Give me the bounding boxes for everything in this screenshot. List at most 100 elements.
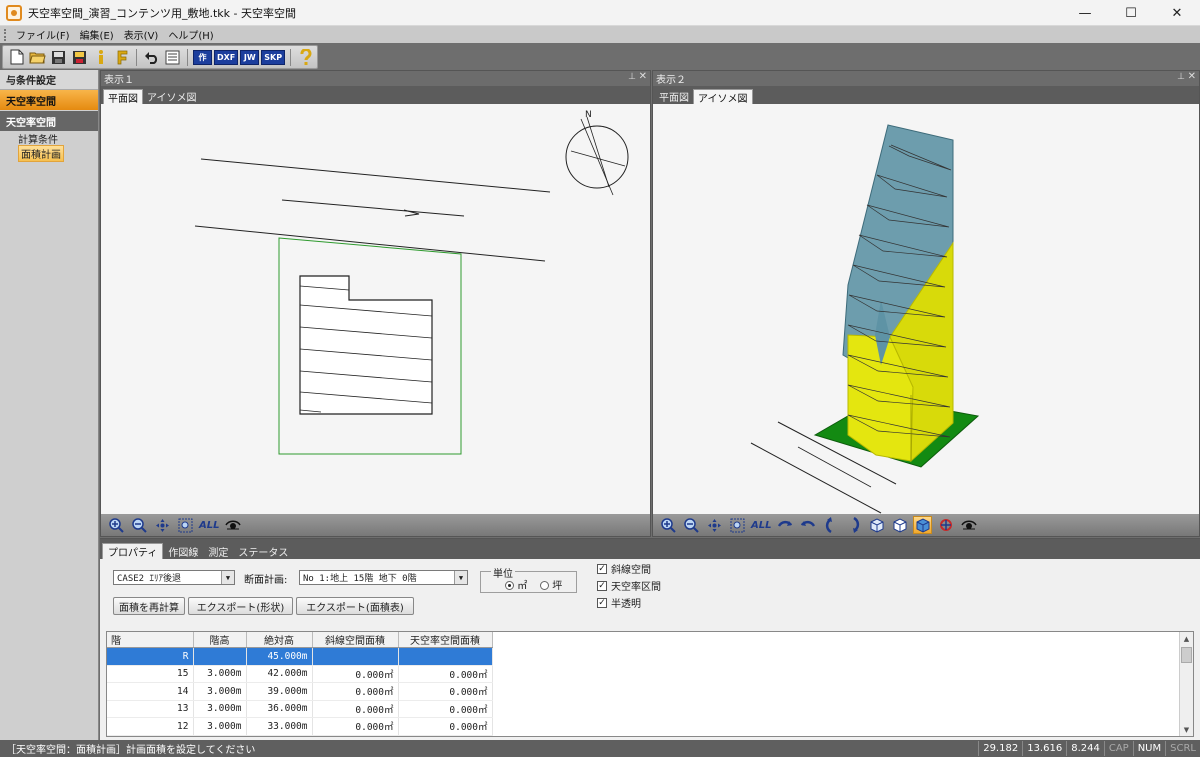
section-plan-select[interactable]: No 1:地上 15階 地下 0階 ▼ [299,570,468,585]
zoom-out-icon[interactable] [130,516,149,534]
info-icon[interactable] [91,48,110,67]
chevron-down-icon[interactable]: ▼ [454,571,467,584]
close-icon[interactable]: ✕ [639,71,647,82]
pan-icon[interactable] [153,516,172,534]
road-line [194,225,546,262]
rotate-up-icon[interactable] [821,516,840,534]
tab-properties[interactable]: プロパティ [102,543,164,559]
open-folder-icon[interactable] [28,48,47,67]
close-icon[interactable]: ✕ [1188,71,1196,82]
chevron-down-icon[interactable]: ▼ [221,571,234,584]
zoom-in-icon[interactable] [107,516,126,534]
slant-space-checkbox[interactable]: ✓ [597,563,607,574]
unit-m2-option[interactable]: ㎡ [505,577,527,592]
pan-icon[interactable] [705,516,724,534]
column-header-absolute-height[interactable]: 絶対高 [246,632,313,648]
help-icon[interactable] [296,48,315,67]
zoom-in-icon[interactable] [659,516,678,534]
sidebar-tree-header[interactable]: 天空率空間 [0,111,98,131]
box-outline-icon[interactable] [890,516,909,534]
column-header-floor-height[interactable]: 階高 [193,632,247,648]
menu-edit[interactable]: 編集(E) [75,27,119,42]
save-all-icon[interactable] [70,48,89,67]
minimize-button[interactable]: — [1062,0,1108,26]
svg-text:N: N [585,110,592,120]
status-bar: ［天空率空間：面積計画］計画面積を設定してください 29.182 13.616 … [0,740,1200,757]
list-icon[interactable] [163,48,182,67]
rotate-right-icon[interactable] [798,516,817,534]
menu-file[interactable]: ファイル(F) [11,27,75,42]
sidebar-section-sky-space[interactable]: 天空率空間 [0,90,98,110]
unit-m2-radio[interactable] [505,581,514,590]
tab-plan[interactable]: 平面図 [103,89,143,105]
tab-status[interactable]: ステータス [233,543,293,559]
floor-area-table[interactable]: 階 階高 絶対高 斜線空間面積 天空率空間面積 R 45.000m 15 3.0… [106,631,1194,737]
maximize-button[interactable]: ☐ [1108,0,1154,26]
slant-space-checkbox-row[interactable]: ✓ 斜線空間 [597,561,651,576]
tab-isometric[interactable]: アイソメ図 [693,89,753,105]
column-header-sky-area[interactable]: 天空率空間面積 [398,632,493,648]
translucent-checkbox[interactable]: ✓ [597,597,607,608]
rotate-down-icon[interactable] [844,516,863,534]
menu-help[interactable]: ヘルプ(H) [163,27,218,42]
recalculate-area-button[interactable]: 面積を再計算 [113,597,185,615]
saku-button[interactable]: 作 [193,49,212,65]
unit-tsubo-label: 坪 [552,581,563,592]
font-icon[interactable] [112,48,131,67]
tab-drawing-lines[interactable]: 作図線 [163,543,203,559]
zoom-window-icon[interactable] [728,516,747,534]
box-wireframe-icon[interactable] [867,516,886,534]
eye-icon[interactable] [223,516,242,534]
export-area-table-button[interactable]: エクスポート(面積表) [296,597,414,615]
table-row[interactable]: 13 3.000m 36.000m 0.000㎡ 0.000㎡ [107,700,493,718]
pin-icon[interactable]: ⊥ [628,72,636,82]
case-select[interactable]: CASE2 ｴﾘｱ後退 ▼ [113,570,235,585]
undo-icon[interactable] [142,48,161,67]
table-row[interactable]: 14 3.000m 39.000m 0.000㎡ 0.000㎡ [107,682,493,701]
sidebar-item-calc-conditions[interactable]: 計算条件 [0,131,98,146]
box-shaded-icon[interactable] [913,516,933,534]
tab-plan[interactable]: 平面図 [655,89,693,104]
table-row[interactable]: 12 3.000m 33.000m 0.000㎡ 0.000㎡ [107,717,493,736]
sidebar-section-conditions[interactable]: 与条件設定 [0,70,98,90]
eye-icon[interactable] [959,516,978,534]
column-header-slant-area[interactable]: 斜線空間面積 [312,632,399,648]
sidebar-item-area-plan[interactable]: 面積計画 [0,145,98,162]
new-file-icon[interactable] [7,48,26,67]
column-header-floor[interactable]: 階 [107,632,194,648]
coord-z: 8.244 [1066,741,1104,756]
table-header-row: 階 階高 絶対高 斜線空間面積 天空率空間面積 [107,632,493,648]
pin-icon[interactable]: ⊥ [1177,72,1185,82]
plan-canvas[interactable]: N [101,105,650,514]
dxf-button[interactable]: DXF [214,49,239,65]
table-row[interactable]: 15 3.000m 42.000m 0.000㎡ 0.000㎡ [107,665,493,683]
save-icon[interactable] [49,48,68,67]
unit-tsubo-radio[interactable] [540,581,549,590]
cell-slant-area: 0.000㎡ [312,682,399,701]
skp-button[interactable]: SKP [261,49,286,65]
zoom-all-button[interactable]: ALL [199,520,219,531]
scroll-thumb[interactable] [1181,647,1192,663]
rotate-left-icon[interactable] [775,516,794,534]
translucent-checkbox-row[interactable]: ✓ 半透明 [597,595,641,610]
reset-view-icon[interactable] [936,516,955,534]
sky-section-checkbox-row[interactable]: ✓ 天空率区間 [597,578,661,593]
table-scrollbar[interactable]: ▲ ▼ [1179,632,1193,736]
export-shape-button[interactable]: エクスポート(形状) [188,597,293,615]
table-row[interactable]: R 45.000m [107,647,493,666]
zoom-window-icon[interactable] [176,516,195,534]
scroll-down-icon[interactable]: ▼ [1180,723,1193,736]
unit-tsubo-option[interactable]: 坪 [540,577,562,592]
tab-measure[interactable]: 測定 [203,543,233,559]
menu-view[interactable]: 表示(V) [119,27,164,42]
scroll-up-icon[interactable]: ▲ [1180,632,1193,645]
unit-group: 単位 ㎡ 坪 [480,565,577,593]
zoom-out-icon[interactable] [682,516,701,534]
jw-button[interactable]: JW [240,49,260,65]
sky-section-checkbox[interactable]: ✓ [597,580,607,591]
close-button[interactable]: ✕ [1154,0,1200,26]
tab-isometric[interactable]: アイソメ図 [143,89,201,104]
road-line [200,158,551,193]
isometric-canvas[interactable] [653,105,1199,514]
zoom-all-button[interactable]: ALL [751,520,771,531]
